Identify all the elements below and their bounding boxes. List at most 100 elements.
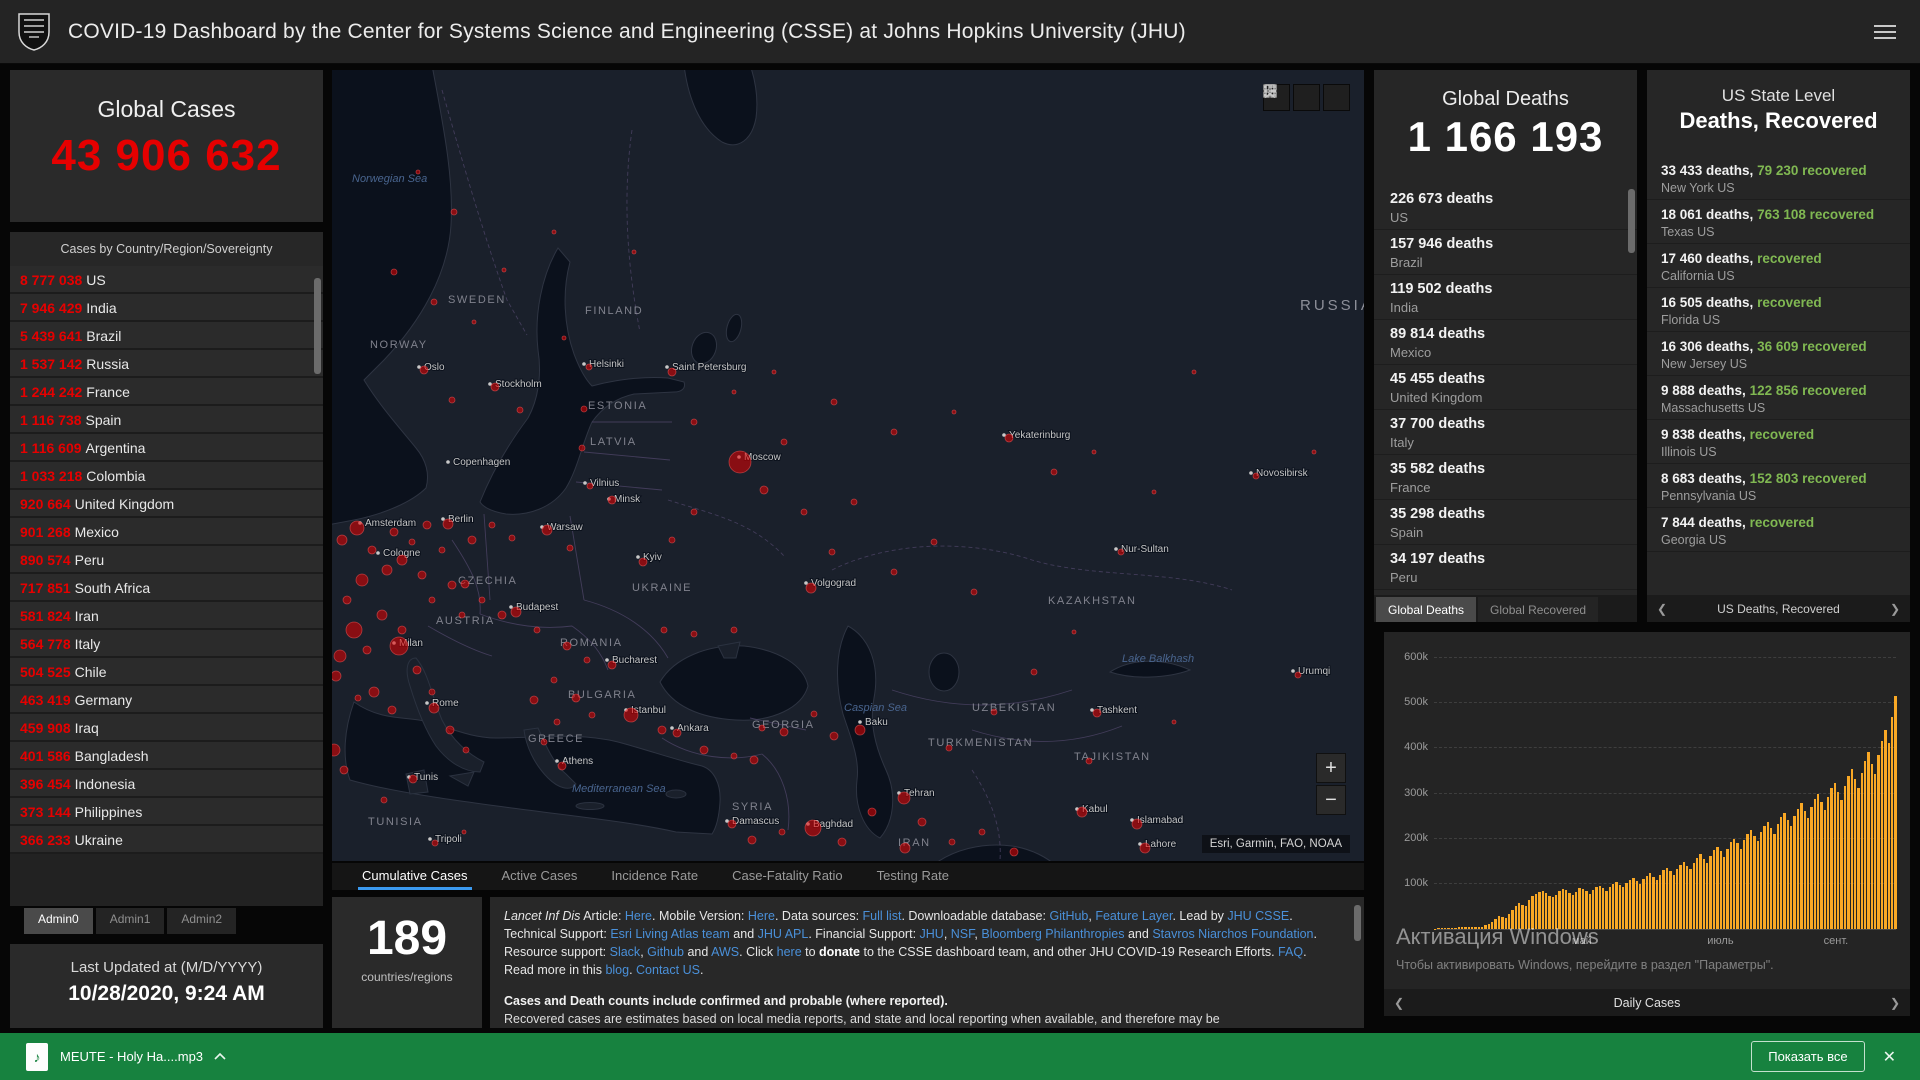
deaths-scrollbar[interactable]	[1628, 189, 1635, 253]
case-bubble[interactable]	[432, 840, 438, 846]
case-row[interactable]: 373 144Philippines	[10, 798, 323, 826]
case-bubble[interactable]	[448, 581, 456, 589]
case-bubble[interactable]	[462, 830, 466, 834]
case-bubble[interactable]	[511, 607, 521, 617]
case-bubble[interactable]	[517, 407, 523, 413]
case-bubble[interactable]	[855, 725, 865, 735]
case-bubble[interactable]	[554, 719, 560, 725]
case-bubble[interactable]	[1092, 450, 1096, 454]
case-bubble[interactable]	[971, 589, 977, 595]
case-bubble[interactable]	[811, 711, 817, 717]
case-bubble[interactable]	[558, 762, 566, 770]
case-row[interactable]: 920 664United Kingdom	[10, 490, 323, 518]
case-bubble[interactable]	[377, 610, 387, 620]
case-bubble[interactable]	[409, 775, 417, 783]
case-bubble[interactable]	[1118, 549, 1124, 555]
case-bubble[interactable]	[423, 521, 431, 529]
info-link[interactable]: JHU CSSE	[1227, 909, 1289, 923]
case-bubble[interactable]	[952, 410, 956, 414]
case-bubble[interactable]	[1010, 848, 1018, 856]
case-bubble[interactable]	[589, 712, 595, 718]
case-bubble[interactable]	[805, 820, 821, 836]
case-bubble[interactable]	[390, 528, 398, 536]
map-tab-active-cases[interactable]: Active Cases	[498, 863, 582, 890]
case-bubble[interactable]	[831, 399, 837, 405]
case-bubble[interactable]	[390, 637, 408, 655]
us-state-row[interactable]: 9 888 deaths, 122 856 recoveredMassachus…	[1647, 376, 1910, 420]
case-row[interactable]: 564 778Italy	[10, 630, 323, 658]
info-link[interactable]: here	[777, 945, 802, 959]
chevron-up-icon[interactable]	[213, 1052, 227, 1061]
case-bubble[interactable]	[673, 729, 681, 737]
case-bubble[interactable]	[781, 439, 787, 445]
info-link[interactable]: Slack	[610, 945, 641, 959]
us-state-row[interactable]: 16 306 deaths, 36 609 recoveredNew Jerse…	[1647, 332, 1910, 376]
case-bubble[interactable]	[891, 569, 897, 575]
case-bubble[interactable]	[343, 596, 351, 604]
case-bubble[interactable]	[551, 677, 557, 683]
case-bubble[interactable]	[1132, 819, 1142, 829]
case-bubble[interactable]	[1051, 469, 1057, 475]
case-bubble[interactable]	[502, 268, 506, 272]
next-page-arrow[interactable]: ❯	[1884, 595, 1906, 622]
case-bubble[interactable]	[534, 627, 540, 633]
case-bubble[interactable]	[829, 549, 835, 555]
case-bubble[interactable]	[463, 747, 469, 753]
case-row[interactable]: 717 851South Africa	[10, 574, 323, 602]
death-row[interactable]: 35 298 deathsSpain	[1374, 500, 1637, 545]
death-row[interactable]: 34 197 deathsPeru	[1374, 545, 1637, 590]
case-bubble[interactable]	[584, 657, 590, 663]
death-row[interactable]: 37 700 deathsItaly	[1374, 410, 1637, 455]
case-bubble[interactable]	[1172, 720, 1176, 724]
case-bubble[interactable]	[891, 429, 897, 435]
map-svg[interactable]: Norwegian SeaMediterranean SeaCaspian Se…	[332, 70, 1364, 861]
case-bubble[interactable]	[461, 580, 469, 588]
info-link[interactable]: Here	[748, 909, 775, 923]
case-bubble[interactable]	[691, 419, 697, 425]
case-row[interactable]: 1 116 609Argentina	[10, 434, 323, 462]
tab-admin0[interactable]: Admin0	[24, 908, 93, 934]
case-row[interactable]: 366 233Ukraine	[10, 826, 323, 854]
chart-prev-arrow[interactable]: ❮	[1388, 989, 1410, 1016]
close-download-bar-icon[interactable]: ✕	[1883, 1047, 1896, 1067]
case-bubble[interactable]	[567, 545, 573, 551]
info-link[interactable]: Github	[647, 945, 684, 959]
case-bubble[interactable]	[498, 611, 506, 619]
tab-global-deaths[interactable]: Global Deaths	[1376, 597, 1476, 622]
case-bubble[interactable]	[1295, 672, 1301, 678]
case-bubble[interactable]	[368, 546, 376, 554]
us-state-row[interactable]: 18 061 deaths, 763 108 recoveredTexas US	[1647, 200, 1910, 244]
case-bubble[interactable]	[918, 818, 926, 826]
menu-icon[interactable]	[1874, 21, 1896, 43]
case-bubble[interactable]	[691, 509, 697, 515]
case-bubble[interactable]	[363, 646, 371, 654]
case-bubble[interactable]	[949, 839, 955, 845]
case-row[interactable]: 8 777 038US	[10, 266, 323, 294]
case-bubble[interactable]	[1072, 630, 1076, 634]
info-link[interactable]: JHU	[920, 927, 944, 941]
downloaded-file-name[interactable]: MEUTE - Holy Ha....mp3	[60, 1049, 203, 1064]
case-bubble[interactable]	[669, 537, 675, 543]
prev-page-arrow[interactable]: ❮	[1651, 595, 1673, 622]
case-bubble[interactable]	[900, 843, 910, 853]
case-bubble[interactable]	[748, 836, 756, 844]
case-bubble[interactable]	[355, 695, 361, 701]
case-bubble[interactable]	[1005, 434, 1013, 442]
case-bubble[interactable]	[830, 732, 838, 740]
case-bubble[interactable]	[409, 539, 415, 545]
case-bubble[interactable]	[750, 756, 758, 764]
case-row[interactable]: 7 946 429India	[10, 294, 323, 322]
case-row[interactable]: 463 419Germany	[10, 686, 323, 714]
case-bubble[interactable]	[332, 671, 341, 681]
case-bubble[interactable]	[451, 209, 457, 215]
case-row[interactable]: 5 439 641Brazil	[10, 322, 323, 350]
info-link[interactable]: AWS	[711, 945, 739, 959]
case-bubble[interactable]	[472, 320, 476, 324]
case-bubble[interactable]	[397, 555, 407, 565]
chart-next-arrow[interactable]: ❯	[1884, 989, 1906, 1016]
map[interactable]: Norwegian SeaMediterranean SeaCaspian Se…	[332, 70, 1364, 861]
case-bubble[interactable]	[479, 597, 485, 603]
case-bubble[interactable]	[851, 499, 857, 505]
case-bubble[interactable]	[398, 626, 406, 634]
case-bubble[interactable]	[946, 745, 952, 751]
